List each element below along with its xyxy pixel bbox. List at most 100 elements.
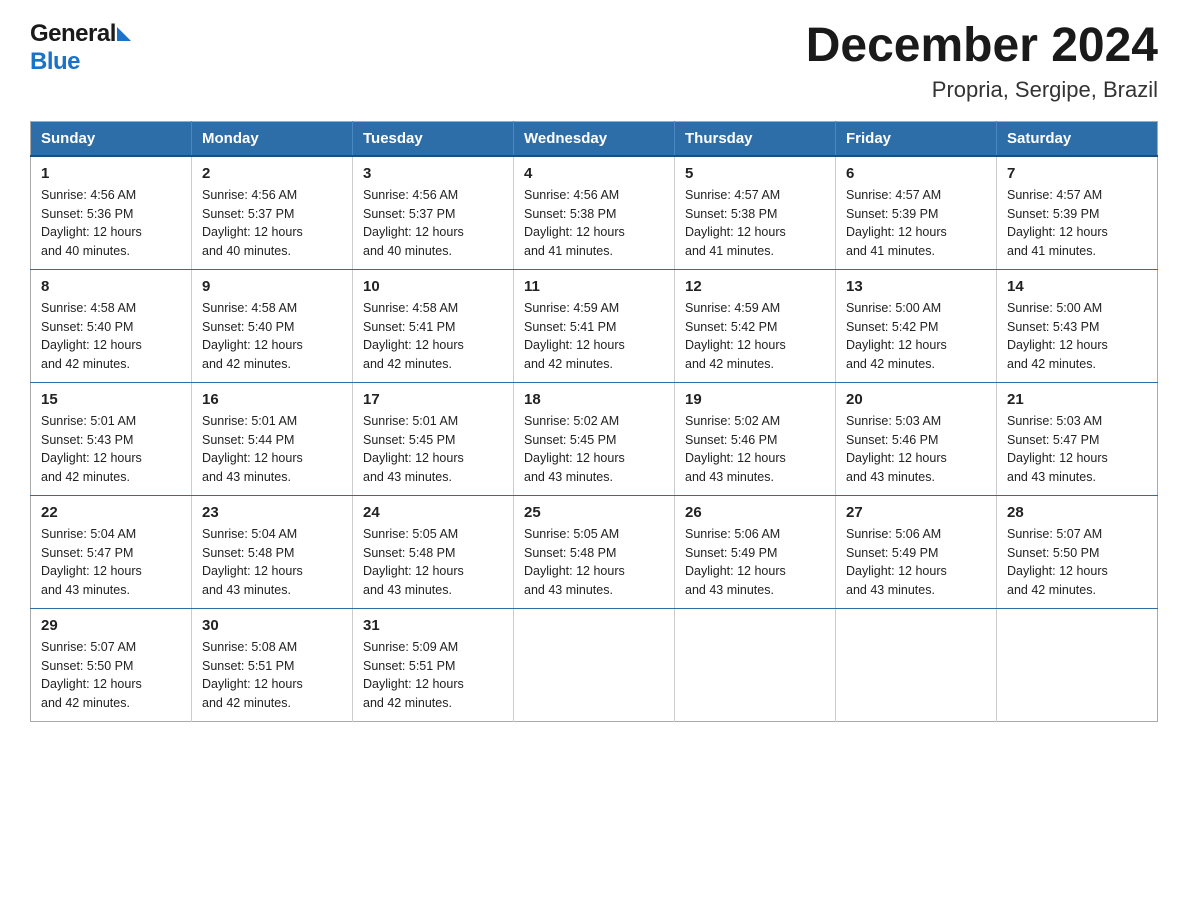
day-info: Sunrise: 5:01 AM Sunset: 5:45 PM Dayligh… (363, 412, 503, 487)
day-number: 26 (685, 504, 825, 521)
day-info: Sunrise: 5:01 AM Sunset: 5:44 PM Dayligh… (202, 412, 342, 487)
day-number: 21 (1007, 391, 1147, 408)
day-info: Sunrise: 5:07 AM Sunset: 5:50 PM Dayligh… (1007, 525, 1147, 600)
day-info: Sunrise: 5:04 AM Sunset: 5:47 PM Dayligh… (41, 525, 181, 600)
day-info: Sunrise: 4:56 AM Sunset: 5:37 PM Dayligh… (363, 186, 503, 261)
table-row: 28 Sunrise: 5:07 AM Sunset: 5:50 PM Dayl… (997, 495, 1158, 608)
table-row: 12 Sunrise: 4:59 AM Sunset: 5:42 PM Dayl… (675, 269, 836, 382)
day-info: Sunrise: 4:57 AM Sunset: 5:38 PM Dayligh… (685, 186, 825, 261)
logo-blue-text: Blue (30, 48, 80, 76)
table-row: 6 Sunrise: 4:57 AM Sunset: 5:39 PM Dayli… (836, 156, 997, 270)
table-row (514, 608, 675, 721)
day-info: Sunrise: 4:58 AM Sunset: 5:40 PM Dayligh… (202, 299, 342, 374)
day-number: 29 (41, 617, 181, 634)
table-row: 9 Sunrise: 4:58 AM Sunset: 5:40 PM Dayli… (192, 269, 353, 382)
table-row: 7 Sunrise: 4:57 AM Sunset: 5:39 PM Dayli… (997, 156, 1158, 270)
table-row: 8 Sunrise: 4:58 AM Sunset: 5:40 PM Dayli… (31, 269, 192, 382)
table-row: 29 Sunrise: 5:07 AM Sunset: 5:50 PM Dayl… (31, 608, 192, 721)
page-header: General Blue December 2024 Propria, Serg… (30, 20, 1158, 103)
table-row: 24 Sunrise: 5:05 AM Sunset: 5:48 PM Dayl… (353, 495, 514, 608)
table-row (836, 608, 997, 721)
day-number: 2 (202, 165, 342, 182)
col-header-saturday: Saturday (997, 121, 1158, 156)
day-info: Sunrise: 5:09 AM Sunset: 5:51 PM Dayligh… (363, 638, 503, 713)
day-info: Sunrise: 5:04 AM Sunset: 5:48 PM Dayligh… (202, 525, 342, 600)
calendar-subtitle: Propria, Sergipe, Brazil (806, 77, 1158, 103)
day-info: Sunrise: 4:56 AM Sunset: 5:36 PM Dayligh… (41, 186, 181, 261)
calendar-table: Sunday Monday Tuesday Wednesday Thursday… (30, 121, 1158, 722)
day-info: Sunrise: 4:59 AM Sunset: 5:41 PM Dayligh… (524, 299, 664, 374)
day-info: Sunrise: 4:59 AM Sunset: 5:42 PM Dayligh… (685, 299, 825, 374)
day-info: Sunrise: 4:56 AM Sunset: 5:38 PM Dayligh… (524, 186, 664, 261)
day-info: Sunrise: 4:56 AM Sunset: 5:37 PM Dayligh… (202, 186, 342, 261)
day-info: Sunrise: 4:58 AM Sunset: 5:41 PM Dayligh… (363, 299, 503, 374)
day-info: Sunrise: 5:07 AM Sunset: 5:50 PM Dayligh… (41, 638, 181, 713)
table-row: 17 Sunrise: 5:01 AM Sunset: 5:45 PM Dayl… (353, 382, 514, 495)
day-info: Sunrise: 5:03 AM Sunset: 5:46 PM Dayligh… (846, 412, 986, 487)
calendar-week-row: 8 Sunrise: 4:58 AM Sunset: 5:40 PM Dayli… (31, 269, 1158, 382)
calendar-week-row: 29 Sunrise: 5:07 AM Sunset: 5:50 PM Dayl… (31, 608, 1158, 721)
day-number: 3 (363, 165, 503, 182)
table-row: 19 Sunrise: 5:02 AM Sunset: 5:46 PM Dayl… (675, 382, 836, 495)
table-row: 15 Sunrise: 5:01 AM Sunset: 5:43 PM Dayl… (31, 382, 192, 495)
day-number: 27 (846, 504, 986, 521)
calendar-header-row: Sunday Monday Tuesday Wednesday Thursday… (31, 121, 1158, 156)
day-number: 16 (202, 391, 342, 408)
table-row: 11 Sunrise: 4:59 AM Sunset: 5:41 PM Dayl… (514, 269, 675, 382)
day-number: 24 (363, 504, 503, 521)
table-row: 25 Sunrise: 5:05 AM Sunset: 5:48 PM Dayl… (514, 495, 675, 608)
day-info: Sunrise: 5:05 AM Sunset: 5:48 PM Dayligh… (524, 525, 664, 600)
logo-arrow-icon (117, 27, 131, 41)
day-number: 11 (524, 278, 664, 295)
day-number: 31 (363, 617, 503, 634)
logo: General Blue (30, 20, 131, 76)
day-number: 4 (524, 165, 664, 182)
col-header-sunday: Sunday (31, 121, 192, 156)
day-info: Sunrise: 5:01 AM Sunset: 5:43 PM Dayligh… (41, 412, 181, 487)
table-row: 30 Sunrise: 5:08 AM Sunset: 5:51 PM Dayl… (192, 608, 353, 721)
day-number: 19 (685, 391, 825, 408)
table-row: 10 Sunrise: 4:58 AM Sunset: 5:41 PM Dayl… (353, 269, 514, 382)
day-number: 9 (202, 278, 342, 295)
day-info: Sunrise: 5:03 AM Sunset: 5:47 PM Dayligh… (1007, 412, 1147, 487)
logo-general-text: General (30, 20, 116, 48)
table-row: 14 Sunrise: 5:00 AM Sunset: 5:43 PM Dayl… (997, 269, 1158, 382)
day-info: Sunrise: 5:06 AM Sunset: 5:49 PM Dayligh… (685, 525, 825, 600)
table-row (675, 608, 836, 721)
day-number: 17 (363, 391, 503, 408)
table-row: 18 Sunrise: 5:02 AM Sunset: 5:45 PM Dayl… (514, 382, 675, 495)
day-info: Sunrise: 4:57 AM Sunset: 5:39 PM Dayligh… (1007, 186, 1147, 261)
day-number: 6 (846, 165, 986, 182)
table-row: 20 Sunrise: 5:03 AM Sunset: 5:46 PM Dayl… (836, 382, 997, 495)
table-row: 5 Sunrise: 4:57 AM Sunset: 5:38 PM Dayli… (675, 156, 836, 270)
table-row: 1 Sunrise: 4:56 AM Sunset: 5:36 PM Dayli… (31, 156, 192, 270)
day-number: 23 (202, 504, 342, 521)
day-number: 10 (363, 278, 503, 295)
day-number: 15 (41, 391, 181, 408)
day-info: Sunrise: 5:08 AM Sunset: 5:51 PM Dayligh… (202, 638, 342, 713)
day-number: 1 (41, 165, 181, 182)
col-header-monday: Monday (192, 121, 353, 156)
day-info: Sunrise: 5:02 AM Sunset: 5:46 PM Dayligh… (685, 412, 825, 487)
table-row: 22 Sunrise: 5:04 AM Sunset: 5:47 PM Dayl… (31, 495, 192, 608)
day-number: 12 (685, 278, 825, 295)
calendar-week-row: 15 Sunrise: 5:01 AM Sunset: 5:43 PM Dayl… (31, 382, 1158, 495)
table-row: 23 Sunrise: 5:04 AM Sunset: 5:48 PM Dayl… (192, 495, 353, 608)
day-info: Sunrise: 4:57 AM Sunset: 5:39 PM Dayligh… (846, 186, 986, 261)
table-row: 21 Sunrise: 5:03 AM Sunset: 5:47 PM Dayl… (997, 382, 1158, 495)
table-row: 16 Sunrise: 5:01 AM Sunset: 5:44 PM Dayl… (192, 382, 353, 495)
day-number: 20 (846, 391, 986, 408)
col-header-tuesday: Tuesday (353, 121, 514, 156)
day-info: Sunrise: 5:00 AM Sunset: 5:43 PM Dayligh… (1007, 299, 1147, 374)
day-number: 7 (1007, 165, 1147, 182)
table-row: 13 Sunrise: 5:00 AM Sunset: 5:42 PM Dayl… (836, 269, 997, 382)
col-header-thursday: Thursday (675, 121, 836, 156)
day-number: 28 (1007, 504, 1147, 521)
day-info: Sunrise: 5:00 AM Sunset: 5:42 PM Dayligh… (846, 299, 986, 374)
calendar-title: December 2024 (806, 20, 1158, 73)
table-row: 26 Sunrise: 5:06 AM Sunset: 5:49 PM Dayl… (675, 495, 836, 608)
day-number: 8 (41, 278, 181, 295)
title-block: December 2024 Propria, Sergipe, Brazil (806, 20, 1158, 103)
day-number: 18 (524, 391, 664, 408)
table-row: 3 Sunrise: 4:56 AM Sunset: 5:37 PM Dayli… (353, 156, 514, 270)
